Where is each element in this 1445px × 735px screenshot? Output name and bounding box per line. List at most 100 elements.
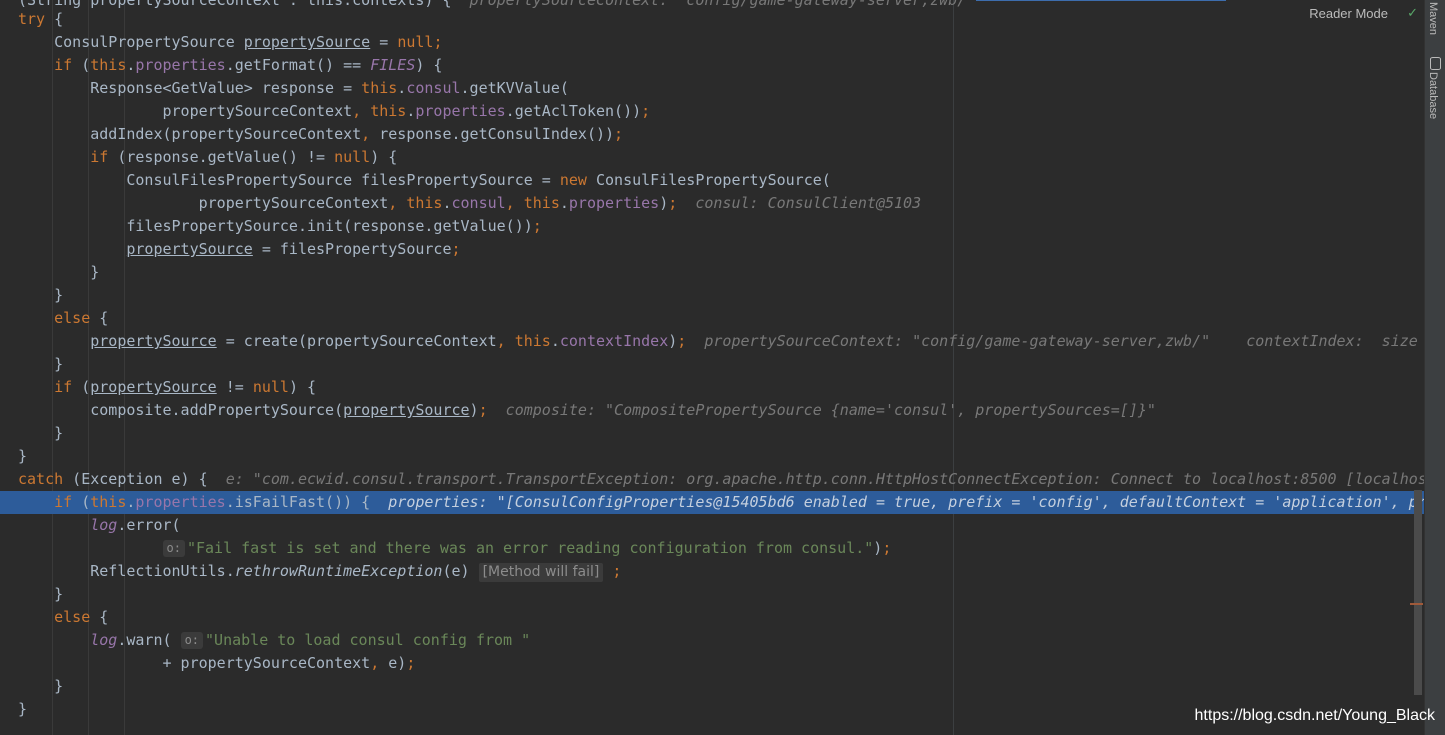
code-token: FILES — [370, 56, 416, 74]
code-line[interactable]: log.warn( o: "Unable to load consul confi… — [0, 629, 1424, 652]
code-line[interactable]: try { — [0, 8, 1424, 31]
code-line[interactable]: } — [0, 583, 1424, 606]
code-line[interactable]: } — [0, 445, 1424, 468]
code-line[interactable]: else { — [0, 307, 1424, 330]
code-token: .getKVValue( — [460, 79, 569, 97]
code-token: this — [90, 56, 127, 74]
code-token: else — [54, 608, 91, 626]
code-line[interactable]: } — [0, 353, 1424, 376]
code-line[interactable]: catch (Exception e) { e: "com.ecwid.cons… — [0, 468, 1424, 491]
code-line[interactable]: ConsulPropertySource propertySource = nu… — [0, 31, 1424, 54]
code-token: ; — [433, 33, 443, 51]
code-token: } — [18, 700, 28, 718]
code-line[interactable]: Response<GetValue> response = this.consu… — [0, 77, 1424, 100]
code-token: .getFormat() == — [225, 56, 371, 74]
code-line[interactable]: ReflectionUtils.rethrowRuntimeException(… — [0, 560, 1424, 583]
code-line[interactable]: log.error( — [0, 514, 1424, 537]
scrollbar-error-marker[interactable] — [1410, 603, 1423, 605]
code-line[interactable]: o: "Fail fast is set and there was an err… — [0, 537, 1424, 560]
database-icon — [1430, 57, 1441, 70]
code-line[interactable]: if (this.properties.getFormat() == FILES… — [0, 54, 1424, 77]
code-token: ; — [451, 240, 461, 258]
current-execution-line[interactable]: if (this.properties.isFailFast()) { prop… — [0, 491, 1424, 514]
code-token: , — [370, 654, 389, 672]
code-line[interactable]: ConsulFilesPropertySource filesPropertyS… — [0, 169, 1424, 192]
code-token: try — [18, 10, 46, 28]
code-line[interactable]: + propertySourceContext, e); — [0, 652, 1424, 675]
code-token: ) — [659, 194, 669, 212]
code-token: propertySource — [126, 240, 253, 258]
code-token: } — [18, 263, 100, 281]
code-token: properties — [415, 102, 506, 120]
code-token: { — [45, 10, 64, 28]
code-token: propertySource — [90, 332, 217, 350]
code-line[interactable]: } — [0, 284, 1424, 307]
code-token: if — [54, 56, 73, 74]
code-token: if — [54, 378, 73, 396]
code-token: ( — [72, 378, 91, 396]
code-line[interactable]: } — [0, 422, 1424, 445]
code-token: . — [550, 332, 560, 350]
code-token: this — [361, 79, 398, 97]
code-token: (Exception e) { — [63, 470, 226, 488]
code-line[interactable]: filesPropertySource.init(response.getVal… — [0, 215, 1424, 238]
code-token: log — [90, 516, 118, 534]
code-line[interactable]: propertySource = create(propertySourceCo… — [0, 330, 1424, 353]
code-line[interactable]: } — [0, 261, 1424, 284]
code-line[interactable]: } — [0, 675, 1424, 698]
code-token: filesPropertySource.init(response.getVal… — [18, 217, 533, 235]
editor-scrollbar[interactable] — [1414, 490, 1422, 695]
code-token: ( — [72, 56, 91, 74]
code-token: new — [559, 171, 587, 189]
code-token: ConsulFilesPropertySource( — [586, 171, 831, 189]
code-token: ; — [478, 401, 488, 419]
code-token: ) { — [288, 378, 317, 396]
code-token: .isFailFast()) { — [225, 493, 389, 511]
code-token: . — [406, 102, 416, 120]
database-tool-button[interactable]: Database — [1427, 72, 1439, 119]
code-token: this — [523, 194, 560, 212]
code-token: else — [54, 309, 91, 327]
code-token: if — [54, 493, 73, 511]
code-line[interactable]: else { — [0, 606, 1424, 629]
code-token: .warn( — [117, 631, 181, 649]
code-editor[interactable]: (String propertySourceContext : this.con… — [0, 0, 1424, 735]
inspection-ok-icon[interactable]: ✓ — [1407, 6, 1418, 21]
code-token: { — [90, 309, 109, 327]
code-token: ; — [603, 562, 622, 580]
code-line[interactable]: if (response.getValue() != null) { — [0, 146, 1424, 169]
code-token: } — [18, 585, 64, 603]
code-token: composite.addPropertySource( — [18, 401, 344, 419]
code-line[interactable]: if (propertySource != null) { — [0, 376, 1424, 399]
code-token: .getAclToken()) — [505, 102, 642, 120]
code-token: this — [90, 493, 127, 511]
reader-mode-toggle[interactable]: Reader Mode — [1309, 6, 1388, 21]
code-token: } — [18, 355, 64, 373]
code-line[interactable]: composite.addPropertySource(propertySour… — [0, 399, 1424, 422]
debug-inline-value: composite: "CompositePropertySource {nam… — [487, 401, 1156, 419]
code-line[interactable]: propertySourceContext, this.properties.g… — [0, 100, 1424, 123]
code-token: "Fail fast is set and there was an error… — [186, 539, 874, 557]
code-line[interactable]: propertySource = filesPropertySource; — [0, 238, 1424, 261]
code-line[interactable]: propertySourceContext, this. consul, this… — [0, 192, 1424, 215]
code-token: propertySource — [90, 378, 217, 396]
code-token: ( — [72, 493, 91, 511]
code-token: (response.getValue() != — [108, 148, 335, 166]
parameter-hint: o: — [162, 540, 185, 557]
code-token: ) — [469, 401, 479, 419]
code-token: ; — [614, 125, 624, 143]
maven-tool-button[interactable]: Maven — [1427, 2, 1439, 35]
code-token: addIndex(propertySourceContext — [18, 125, 362, 143]
code-line[interactable]: addIndex(propertySourceContext, response… — [0, 123, 1424, 146]
code-token: contextIndex — [559, 332, 669, 350]
code-token: , — [388, 194, 407, 212]
code-token: if — [90, 148, 109, 166]
code-token: { — [90, 608, 109, 626]
code-token: , — [361, 125, 380, 143]
code-token: ) { — [415, 56, 443, 74]
